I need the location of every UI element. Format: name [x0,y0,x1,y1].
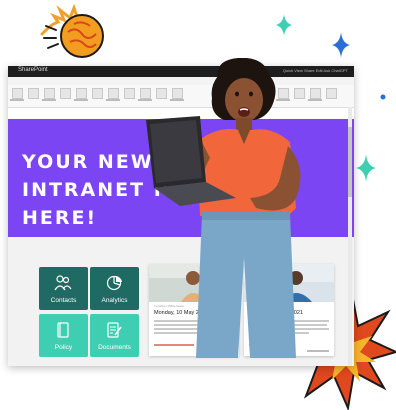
scrollbar-thumb[interactable] [348,127,352,197]
ribbon-label [106,99,120,101]
ribbon-label [42,99,56,101]
ribbon-button[interactable] [108,88,119,99]
tile-label: Policy [54,344,73,351]
ribbon-button[interactable] [44,88,55,99]
tile-label: Analytics [101,297,128,304]
tile-documents[interactable]: Documents [90,314,139,357]
tile-contacts[interactable]: Contacts [39,267,88,310]
ribbon-button[interactable] [60,88,71,99]
people-icon [54,275,72,291]
ribbon-button[interactable] [326,88,337,99]
ribbon-label [74,99,88,101]
ribbon-button[interactable] [12,88,23,99]
sparkle-icon [332,32,350,58]
dot-icon [380,94,386,100]
tile-policy[interactable]: Policy [39,314,88,357]
meteor-icon [40,4,104,58]
tile-label: Contacts [50,297,77,304]
ribbon-button[interactable] [92,88,103,99]
sparkle-icon [356,154,376,182]
scrollbar[interactable] [348,107,352,366]
pie-chart-icon [106,275,122,291]
app-title: SharePoint [18,67,48,73]
book-icon [57,322,69,338]
tile-analytics[interactable]: Analytics [90,267,139,310]
person-illustration [146,58,301,358]
ribbon-button[interactable] [124,88,135,99]
ribbon-label [10,99,24,101]
sparkle-icon [276,14,292,36]
edit-document-icon [107,322,122,338]
tile-label: Documents [98,344,131,351]
ribbon-button[interactable] [28,88,39,99]
ribbon-button[interactable] [76,88,87,99]
